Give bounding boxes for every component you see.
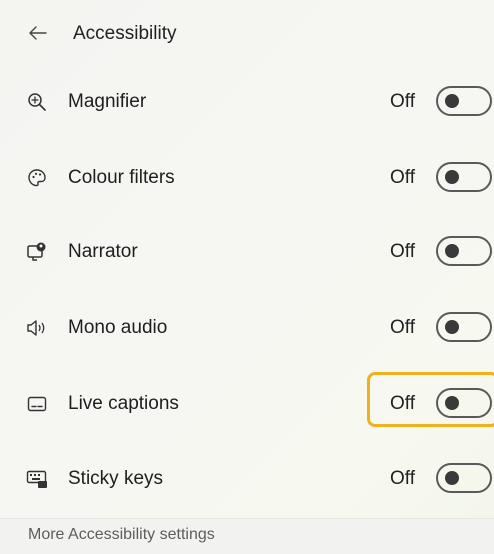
toggle-knob — [445, 320, 459, 334]
narrator-state: Off — [390, 241, 415, 262]
palette-icon — [25, 166, 49, 190]
captions-icon — [25, 392, 49, 416]
magnifier-row[interactable]: Magnifier Off — [0, 72, 494, 132]
panel-footer: More Accessibility settings — [0, 519, 494, 554]
accessibility-quick-settings-panel: Accessibility Magnifier Off Colour filte — [0, 0, 494, 554]
mono-audio-state: Off — [390, 317, 415, 338]
mono-audio-row[interactable]: Mono audio Off — [0, 298, 494, 358]
narrator-label: Narrator — [68, 241, 138, 262]
keyboard-icon — [25, 467, 49, 491]
sticky-keys-label: Sticky keys — [68, 468, 164, 489]
arrow-left-icon — [29, 26, 47, 40]
toggle-knob — [445, 94, 459, 108]
panel-header: Accessibility — [0, 0, 494, 66]
speaker-icon — [25, 316, 49, 340]
more-accessibility-settings-link[interactable]: More Accessibility settings — [28, 524, 215, 546]
sticky-keys-state: Off — [390, 468, 415, 489]
narrator-icon — [25, 240, 49, 264]
toggle-knob — [445, 471, 459, 485]
page-title: Accessibility — [73, 23, 177, 44]
colour-filters-toggle[interactable] — [436, 162, 492, 192]
magnifier-label: Magnifier — [68, 91, 147, 112]
highlight-box — [367, 372, 494, 427]
narrator-toggle[interactable] — [436, 236, 492, 266]
colour-filters-row[interactable]: Colour filters Off — [0, 148, 494, 208]
colour-filters-label: Colour filters — [68, 167, 175, 188]
magnifier-icon — [25, 90, 49, 114]
magnifier-toggle[interactable] — [436, 86, 492, 116]
back-button[interactable] — [27, 22, 49, 44]
toggle-knob — [445, 170, 459, 184]
narrator-row[interactable]: Narrator Off — [0, 222, 494, 282]
toggle-knob — [445, 244, 459, 258]
sticky-keys-toggle[interactable] — [436, 463, 492, 493]
sticky-keys-row[interactable]: Sticky keys Off — [0, 449, 494, 509]
live-captions-label: Live captions — [68, 393, 179, 414]
magnifier-state: Off — [390, 91, 415, 112]
mono-audio-label: Mono audio — [68, 317, 168, 338]
colour-filters-state: Off — [390, 167, 415, 188]
mono-audio-toggle[interactable] — [436, 312, 492, 342]
